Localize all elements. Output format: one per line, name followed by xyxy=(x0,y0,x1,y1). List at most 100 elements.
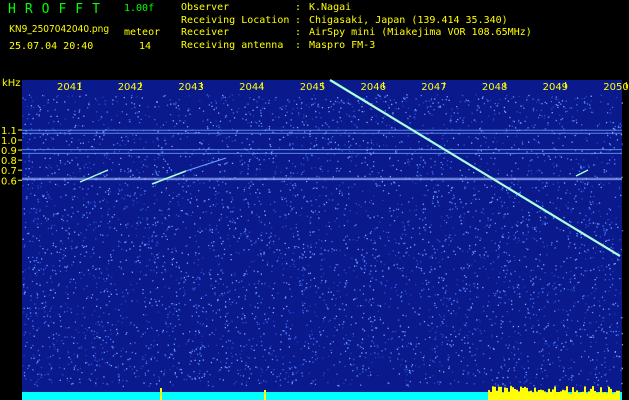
noise-dot xyxy=(547,322,550,325)
noise-dot xyxy=(527,170,530,172)
noise-dot xyxy=(307,287,309,289)
noise-dot xyxy=(614,163,616,165)
noise-dot xyxy=(263,283,266,285)
noise-dot xyxy=(27,367,29,370)
noise-dot xyxy=(174,373,176,375)
noise-dot xyxy=(621,102,623,104)
noise-dot xyxy=(517,342,520,345)
noise-dot xyxy=(609,224,611,226)
noise-dot xyxy=(80,232,82,234)
noise-dot xyxy=(349,150,351,153)
noise-dot xyxy=(555,96,557,98)
noise-dot xyxy=(382,199,384,201)
noise-dot xyxy=(47,167,49,169)
noise-dot xyxy=(286,111,288,113)
noise-dot xyxy=(162,124,164,126)
noise-dot xyxy=(587,103,589,105)
noise-dot xyxy=(364,157,366,159)
noise-dot xyxy=(169,323,172,325)
noise-dot xyxy=(574,134,576,137)
noise-dot xyxy=(247,103,249,105)
noise-dot xyxy=(381,283,383,285)
noise-dot xyxy=(241,163,244,165)
noise-dot xyxy=(405,315,407,317)
noise-dot xyxy=(364,161,366,163)
noise-dot xyxy=(340,101,342,103)
noise-dot xyxy=(573,243,576,245)
noise-dot xyxy=(314,102,316,104)
noise-dot xyxy=(304,307,306,309)
noise-dot xyxy=(316,187,318,189)
noise-dot xyxy=(619,239,621,241)
noise-dot xyxy=(552,142,554,144)
noise-dot xyxy=(235,280,238,282)
noise-dot xyxy=(314,285,317,287)
noise-dot xyxy=(205,150,207,152)
noise-dot xyxy=(432,102,434,104)
noise-dot xyxy=(434,160,436,163)
noise-dot xyxy=(380,98,382,100)
noise-dot xyxy=(524,324,526,326)
noise-dot xyxy=(557,337,559,339)
noise-dot xyxy=(565,331,567,333)
noise-dot xyxy=(74,255,76,258)
noise-dot xyxy=(484,330,486,332)
noise-dot xyxy=(613,366,615,368)
noise-dot xyxy=(561,126,563,128)
noise-dot xyxy=(87,167,89,169)
noise-dot xyxy=(244,230,246,233)
noise-dot xyxy=(376,260,378,262)
noise-dot xyxy=(616,322,618,324)
noise-dot xyxy=(574,98,577,100)
noise-dot xyxy=(263,380,265,382)
noise-dot xyxy=(462,357,465,359)
noise-dot xyxy=(359,346,362,348)
noise-dot xyxy=(198,315,200,317)
noise-dot xyxy=(107,127,109,129)
noise-dot xyxy=(375,120,377,123)
noise-dot xyxy=(525,218,527,220)
noise-dot xyxy=(585,258,587,260)
noise-dot xyxy=(326,123,328,126)
noise-dot xyxy=(591,100,593,102)
noise-dot xyxy=(65,194,67,196)
noise-dot xyxy=(135,134,137,136)
noise-dot xyxy=(107,383,109,386)
noise-dot xyxy=(540,109,542,111)
noise-dot xyxy=(120,234,123,236)
noise-dot xyxy=(358,145,361,147)
noise-dot xyxy=(23,375,26,377)
noise-dot xyxy=(264,349,266,351)
noise-dot xyxy=(522,105,524,107)
noise-dot xyxy=(369,299,371,301)
noise-dot xyxy=(500,201,502,203)
noise-dot xyxy=(55,229,58,232)
noise-dot xyxy=(474,194,476,196)
noise-dot xyxy=(227,146,229,148)
noise-dot xyxy=(600,215,602,217)
noise-dot xyxy=(139,122,141,124)
noise-dot xyxy=(196,199,198,201)
noise-dot xyxy=(171,262,173,264)
noise-dot xyxy=(438,205,440,207)
noise-dot xyxy=(219,164,221,166)
noise-dot xyxy=(348,186,350,189)
noise-dot xyxy=(434,164,436,166)
noise-dot xyxy=(96,364,98,367)
noise-dot xyxy=(192,182,194,184)
noise-dot xyxy=(343,213,345,216)
noise-dot xyxy=(261,382,263,384)
noise-dot xyxy=(441,173,443,175)
noise-dot xyxy=(412,370,414,372)
noise-dot xyxy=(353,358,355,360)
noise-dot xyxy=(482,208,484,210)
noise-dot xyxy=(554,156,557,158)
noise-dot xyxy=(441,138,444,140)
noise-dot xyxy=(45,301,47,303)
noise-dot xyxy=(176,295,178,297)
noise-dot xyxy=(470,202,472,204)
noise-dot xyxy=(516,242,518,244)
noise-dot xyxy=(303,136,305,138)
noise-dot xyxy=(405,283,408,285)
noise-dot xyxy=(343,343,346,345)
